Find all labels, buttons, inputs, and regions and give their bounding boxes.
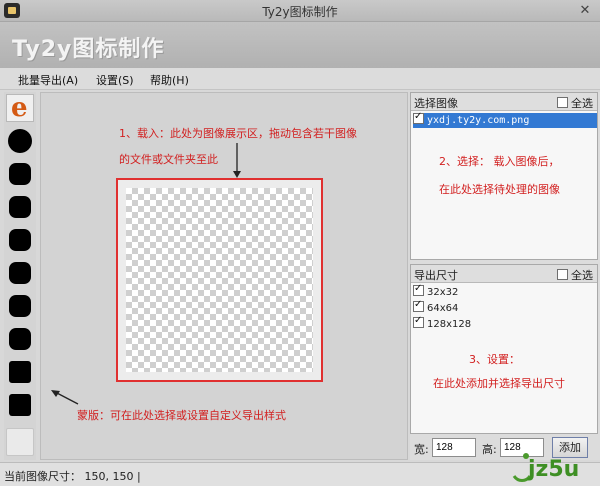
checkbox-checked-icon[interactable] <box>413 315 424 328</box>
size-item-128[interactable]: 128x128 <box>413 315 472 332</box>
mask-swatch-logo[interactable]: e <box>6 93 34 123</box>
select-all-label: 全选 <box>571 97 593 110</box>
size-label: 32x32 <box>427 287 459 298</box>
image-list-title: 选择图像 <box>414 97 458 110</box>
image-file-name: yxdj.ty2y.com.png <box>427 115 530 126</box>
annotation-select-line1: 2、选择： 载入图像后， <box>439 155 560 168</box>
export-size-panel: 导出尺寸 全选 32x32 64x64 128x128 3、设置： 在此处添加并… <box>410 264 598 434</box>
close-button[interactable]: ✕ <box>576 2 594 19</box>
annotation-select-line2: 在此处选择待处理的图像 <box>439 183 560 196</box>
menu-bar: 批量导出(A) 设置(S) 帮助(H) <box>0 68 600 90</box>
mask-swatch-empty[interactable] <box>6 428 34 456</box>
image-list-header: 选择图像 全选 <box>411 93 597 111</box>
arrow-left-icon <box>51 390 79 405</box>
mask-swatch-circle[interactable] <box>6 127 34 155</box>
export-size-title: 导出尺寸 <box>414 269 458 282</box>
transparent-checkerboard <box>126 188 313 372</box>
checkbox-checked-icon[interactable] <box>413 283 424 296</box>
annotation-load-line1: 1、载入：此处为图像展示区，拖动包含若干图像 <box>119 127 357 140</box>
arrow-down-icon <box>233 143 241 178</box>
image-select-all[interactable]: 全选 <box>557 95 593 111</box>
mask-swatch-round[interactable] <box>6 160 34 188</box>
image-list-item[interactable]: yxdj.ty2y.com.png <box>413 111 597 128</box>
size-label: 64x64 <box>427 303 459 314</box>
image-list-panel: 选择图像 全选 yxdj.ty2y.com.png 2、选择： 载入图像后， 在… <box>410 92 598 260</box>
export-size-header: 导出尺寸 全选 <box>411 265 597 283</box>
image-preview-frame <box>116 178 323 382</box>
mask-panel: e <box>4 92 36 460</box>
title-bar: Ty2y图标制作 ✕ <box>0 0 600 22</box>
height-label: 高: <box>482 443 497 456</box>
window-title: Ty2y图标制作 <box>262 5 338 19</box>
width-input[interactable] <box>432 438 476 457</box>
checkbox-icon[interactable] <box>557 269 568 280</box>
width-label: 宽: <box>414 443 429 456</box>
annotation-settings-line2: 在此处添加并选择导出尺寸 <box>433 377 565 390</box>
watermark-logo: jz5u <box>508 446 598 486</box>
checkbox-icon[interactable] <box>557 97 568 108</box>
mask-swatch-round[interactable] <box>6 226 34 254</box>
menu-help[interactable]: 帮助(H) <box>150 72 189 88</box>
right-panel: 选择图像 全选 yxdj.ty2y.com.png 2、选择： 载入图像后， 在… <box>410 92 600 460</box>
mask-swatch-round[interactable] <box>6 193 34 221</box>
menu-settings[interactable]: 设置(S) <box>96 72 134 88</box>
annotation-mask-note: 蒙版：可在此处选择或设置自定义导出样式 <box>77 409 286 422</box>
checkbox-checked-icon[interactable] <box>413 299 424 312</box>
mask-swatch-square[interactable] <box>6 358 34 386</box>
mask-swatch-round[interactable] <box>6 325 34 353</box>
mask-swatch-round[interactable] <box>6 259 34 287</box>
image-display-area[interactable]: 1、载入：此处为图像展示区，拖动包含若干图像 的文件或文件夹至此 蒙版：可在此处… <box>40 92 408 460</box>
menu-batch-export[interactable]: 批量导出(A) <box>18 72 78 88</box>
app-banner: Ty2y图标制作 <box>0 22 600 68</box>
size-item-32[interactable]: 32x32 <box>413 283 459 300</box>
size-select-all[interactable]: 全选 <box>557 267 593 283</box>
annotation-settings-line1: 3、设置： <box>469 353 520 366</box>
annotation-load-line2: 的文件或文件夹至此 <box>119 153 218 166</box>
checkbox-checked-icon[interactable] <box>413 111 424 124</box>
status-text: 当前图像尺寸： 150, 150 | <box>4 470 141 483</box>
size-label: 128x128 <box>427 319 472 330</box>
banner-title: Ty2y图标制作 <box>12 37 165 62</box>
select-all-label: 全选 <box>571 269 593 282</box>
size-item-64[interactable]: 64x64 <box>413 299 459 316</box>
watermark-text: jz5u <box>527 457 579 482</box>
mask-swatch-round[interactable] <box>6 292 34 320</box>
mask-swatch-square[interactable] <box>6 391 34 419</box>
logo-e-icon: e <box>11 93 28 123</box>
